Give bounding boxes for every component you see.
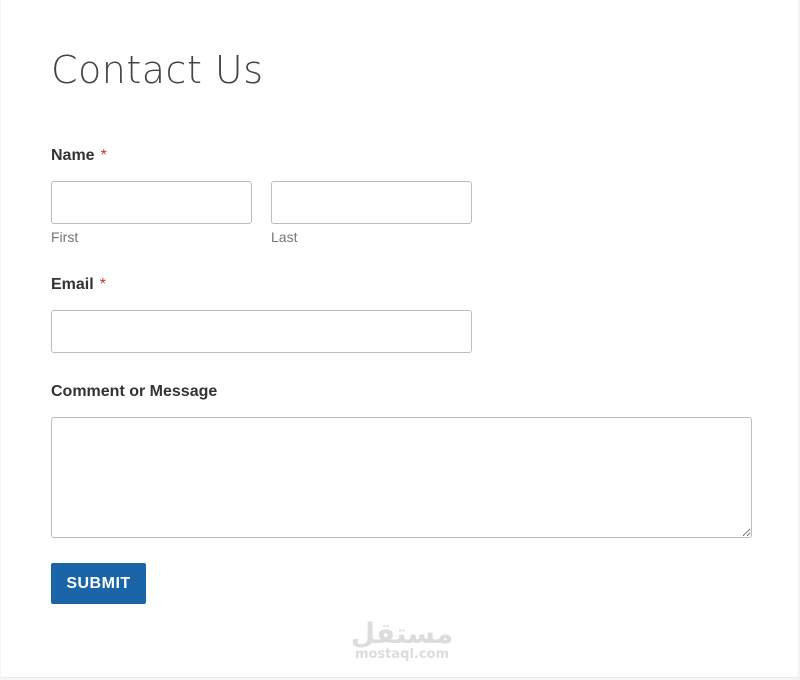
watermark-arabic-text: مستقل: [350, 617, 454, 650]
name-label-text: Name: [51, 147, 95, 164]
email-input[interactable]: [51, 310, 472, 353]
page-title: Contact Us: [51, 48, 264, 92]
last-name-sublabel: Last: [271, 229, 298, 245]
email-label-text: Email: [51, 276, 94, 293]
name-required-mark: *: [100, 147, 107, 164]
mostaql-watermark-logo: مستقل mostaql.com: [350, 618, 454, 668]
message-label: Comment or Message: [51, 383, 218, 400]
contact-form-page: Contact Us Name * First Last Email * Comme…: [1, 0, 799, 678]
email-label: Email *: [51, 276, 106, 294]
watermark-latin-text: mostaql.com: [354, 647, 450, 662]
first-name-input[interactable]: [51, 181, 252, 224]
email-required-mark: *: [99, 276, 106, 293]
first-name-sublabel: First: [51, 229, 79, 245]
name-label: Name *: [51, 147, 107, 165]
last-name-input[interactable]: [271, 181, 472, 224]
message-textarea[interactable]: [51, 417, 752, 538]
submit-button[interactable]: SUBMIT: [51, 563, 146, 604]
